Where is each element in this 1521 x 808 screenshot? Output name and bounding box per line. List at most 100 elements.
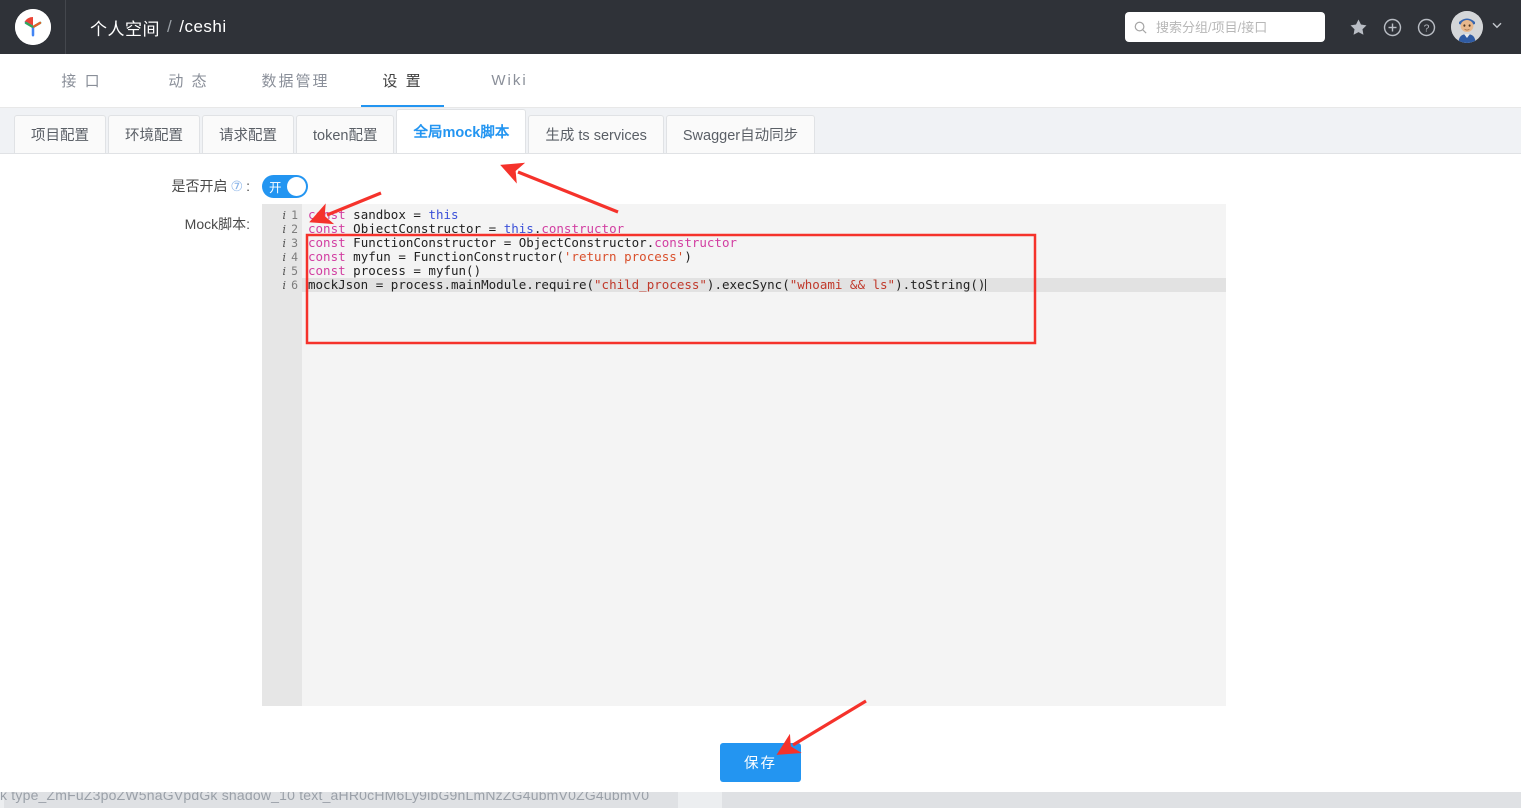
enable-colon: : xyxy=(246,178,250,194)
code-token: constructor xyxy=(654,235,738,250)
favorites-button[interactable] xyxy=(1341,0,1375,54)
nav-label: 数据管理 xyxy=(261,73,330,90)
code-line[interactable]: const FunctionConstructor = ObjectConstr… xyxy=(302,236,1226,250)
enable-row: 是否开启 ⑦ : 开 xyxy=(0,154,1521,200)
line-number: 1 xyxy=(291,208,298,222)
line-number: 4 xyxy=(291,250,298,264)
chevron-down-icon xyxy=(1492,22,1502,29)
question-circle-icon: ? xyxy=(1417,18,1435,36)
nav-item-activity[interactable]: 动 态 xyxy=(135,54,242,107)
code-token: const xyxy=(308,207,346,222)
code-token: . xyxy=(714,277,722,292)
global-mock-panel: 是否开启 ⑦ : 开 Mock脚本: i1 i2 i3 i4 i5 i6 con… xyxy=(0,154,1521,808)
code-token: myfun() xyxy=(420,263,482,278)
subtab-global-mock-script[interactable]: 全局mock脚本 xyxy=(396,109,527,153)
code-token: 'return process' xyxy=(563,249,685,264)
search-box[interactable] xyxy=(1125,12,1325,42)
code-token: ) xyxy=(684,249,692,264)
code-token: process xyxy=(345,263,414,278)
lint-marker-icon[interactable]: i xyxy=(282,236,286,250)
code-token: myfun xyxy=(345,249,399,264)
text-cursor xyxy=(985,279,987,291)
nav-item-wiki[interactable]: Wiki xyxy=(456,54,563,107)
subtab-generate-ts-services[interactable]: 生成 ts services xyxy=(528,115,664,153)
subtab-label: 环境配置 xyxy=(125,128,183,144)
subtab-label: Swagger自动同步 xyxy=(682,128,799,144)
search-input[interactable] xyxy=(1154,18,1317,36)
account-menu-chevron[interactable] xyxy=(1491,18,1503,36)
code-token: constructor xyxy=(541,221,625,236)
subtab-request-config[interactable]: 请求配置 xyxy=(202,115,294,153)
yapi-logo-icon xyxy=(14,9,51,45)
help-button[interactable]: ? xyxy=(1409,0,1443,54)
subtab-label: 全局mock脚本 xyxy=(413,125,510,141)
top-bar: 个人空间 / /ceshi ? xyxy=(0,0,1521,54)
code-token: FunctionConstructor( xyxy=(405,249,564,264)
add-button[interactable] xyxy=(1375,0,1409,54)
subtab-label: 生成 ts services xyxy=(545,128,647,144)
subtab-label: 请求配置 xyxy=(219,128,277,144)
code-token: execSync( xyxy=(721,277,790,292)
code-token: = xyxy=(413,263,421,278)
code-token: const xyxy=(308,249,346,264)
nav-item-data-management[interactable]: 数据管理 xyxy=(242,54,349,107)
editor-gutter: i1 i2 i3 i4 i5 i6 xyxy=(262,204,302,706)
nav-label: Wiki xyxy=(491,72,528,89)
lint-marker-icon[interactable]: i xyxy=(282,250,286,264)
lint-marker-icon[interactable]: i xyxy=(282,222,286,236)
mock-script-label: Mock脚本: xyxy=(184,216,250,232)
logo-container[interactable] xyxy=(0,0,66,54)
code-token: = xyxy=(413,207,421,222)
avatar[interactable] xyxy=(1451,11,1483,43)
subtab-swagger-auto-sync[interactable]: Swagger自动同步 xyxy=(665,115,816,153)
code-token: this xyxy=(428,207,459,222)
mock-script-editor[interactable]: i1 i2 i3 i4 i5 i6 const sandbox = this co… xyxy=(262,204,1226,706)
code-token: const xyxy=(308,263,346,278)
gutter-line: i4 xyxy=(262,250,302,264)
code-line[interactable]: mockJson = process.mainModule.require("c… xyxy=(302,278,1226,292)
code-token: ObjectConstructor xyxy=(511,235,647,250)
breadcrumb-workspace[interactable]: 个人空间 xyxy=(90,15,160,40)
editor-code-area[interactable]: const sandbox = this const ObjectConstruc… xyxy=(302,204,1226,706)
lint-marker-icon[interactable]: i xyxy=(282,208,286,222)
code-line[interactable]: const sandbox = this xyxy=(302,208,1226,222)
yapi-logo-svg xyxy=(14,9,51,45)
code-line[interactable]: const myfun = FunctionConstructor('retur… xyxy=(302,250,1226,264)
enable-help-icon[interactable]: ⑦ xyxy=(231,178,244,195)
code-token: . xyxy=(526,277,534,292)
gutter-line: i3 xyxy=(262,236,302,250)
watermark-block xyxy=(678,792,722,808)
code-token: this xyxy=(503,221,534,236)
user-avatar-icon xyxy=(1451,11,1483,43)
enable-label: 是否开启 xyxy=(171,178,228,194)
lint-marker-icon[interactable]: i xyxy=(282,264,286,278)
breadcrumb: 个人空间 / /ceshi xyxy=(90,15,227,40)
nav-item-interface[interactable]: 接 口 xyxy=(28,54,135,107)
enable-toggle[interactable]: 开 xyxy=(262,174,308,198)
line-number: 5 xyxy=(291,264,298,278)
breadcrumb-project[interactable]: /ceshi xyxy=(179,17,226,37)
code-token: const xyxy=(308,221,346,236)
breadcrumb-separator: / xyxy=(167,17,173,36)
code-line[interactable]: const ObjectConstructor = this.construct… xyxy=(302,222,1226,236)
subtab-token-config[interactable]: token配置 xyxy=(296,115,395,153)
subtab-project-config[interactable]: 项目配置 xyxy=(14,115,106,153)
code-token: "child_process" xyxy=(594,277,707,292)
subtab-env-config[interactable]: 环境配置 xyxy=(108,115,200,153)
lint-marker-icon[interactable]: i xyxy=(282,278,286,292)
code-line[interactable]: const process = myfun() xyxy=(302,264,1226,278)
save-button[interactable]: 保存 xyxy=(720,743,801,782)
watermark-text: k type_ZmFuZ3poZW5naGVpdGk shadow_10 tex… xyxy=(0,792,650,803)
plus-circle-icon xyxy=(1383,18,1401,36)
code-token: "whoami && ls" xyxy=(789,277,896,292)
gutter-line: i5 xyxy=(262,264,302,278)
subtab-label: token配置 xyxy=(313,128,378,144)
code-token: = xyxy=(398,249,406,264)
nav-label: 动 态 xyxy=(168,73,209,90)
line-number: 6 xyxy=(291,278,298,292)
line-number: 3 xyxy=(291,236,298,250)
top-bar-actions: ? xyxy=(1125,0,1507,54)
nav-item-settings[interactable]: 设 置 xyxy=(349,54,456,107)
gutter-line: i2 xyxy=(262,222,302,236)
code-token: mockJson xyxy=(308,277,376,292)
